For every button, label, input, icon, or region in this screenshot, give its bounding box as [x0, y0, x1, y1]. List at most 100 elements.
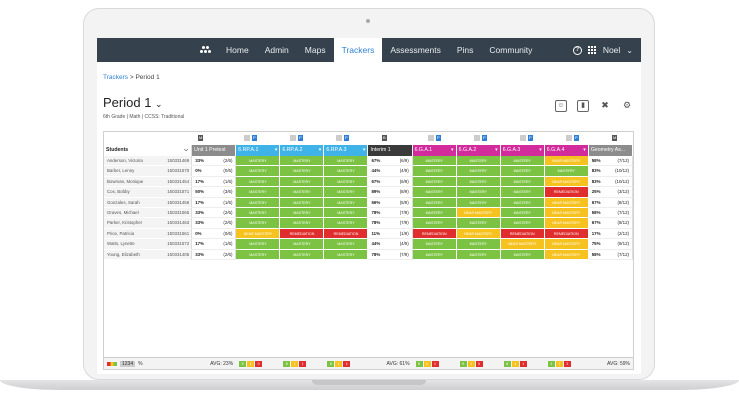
- score-cell[interactable]: 67% (6/9): [368, 176, 413, 188]
- standard-cell[interactable]: MASTERY: [456, 156, 501, 167]
- standard-cell[interactable]: MASTERY: [236, 176, 281, 188]
- score-cell[interactable]: 56% (5/9): [368, 197, 413, 208]
- column-menu-icon[interactable]: ▾: [583, 145, 586, 156]
- standard-cell[interactable]: MASTERY: [500, 218, 545, 229]
- standard-cell[interactable]: MASTERY: [236, 187, 281, 198]
- column-menu-icon[interactable]: ▾: [363, 145, 366, 156]
- score-cell[interactable]: 83% (10/12): [588, 176, 633, 188]
- score-cell[interactable]: 78% (7/9): [368, 218, 413, 229]
- score-cell[interactable]: 17% (2/12): [588, 228, 633, 240]
- tools-icon[interactable]: ✖: [599, 100, 611, 112]
- standard-cell[interactable]: MASTERY: [412, 239, 457, 250]
- standard-cell[interactable]: NEAR MASTERY: [544, 218, 589, 229]
- column-checkbox-icon[interactable]: [428, 135, 434, 141]
- column-header-8[interactable]: 6.G.A.4 ▾: [544, 145, 589, 156]
- standard-cell[interactable]: MASTERY: [500, 187, 545, 198]
- standard-cell[interactable]: MASTERY: [280, 187, 325, 198]
- standard-cell[interactable]: MASTERY: [236, 218, 281, 229]
- score-cell[interactable]: 44% (4/9): [368, 166, 413, 177]
- standard-cell[interactable]: MASTERY: [500, 207, 545, 219]
- column-menu-icon[interactable]: ▾: [495, 145, 498, 156]
- standard-cell[interactable]: MASTERY: [412, 187, 457, 198]
- user-name[interactable]: Noel: [603, 45, 620, 55]
- logo-icon[interactable]: [200, 45, 212, 55]
- standard-cell[interactable]: MASTERY: [280, 207, 325, 219]
- standard-cell[interactable]: NEAR MASTERY: [236, 228, 281, 240]
- standard-cell[interactable]: REMEDIATION: [544, 228, 589, 240]
- student-name-cell[interactable]: Cox, Bobby 150331571: [104, 187, 193, 198]
- standard-cell[interactable]: MASTERY: [236, 249, 281, 260]
- standard-cell[interactable]: MASTERY: [412, 176, 457, 188]
- column-checkbox-icon[interactable]: [566, 135, 572, 141]
- column-header-1[interactable]: 6.RP.A.1 ▾: [236, 145, 281, 156]
- score-cell[interactable]: 17% (1/6): [192, 239, 237, 250]
- column-header-9[interactable]: Geometry As...: [588, 145, 633, 156]
- nav-item-trackers[interactable]: Trackers: [333, 38, 383, 62]
- column-checkbox-icon[interactable]: [336, 135, 342, 141]
- score-cell[interactable]: 17% (1/6): [192, 197, 237, 208]
- score-cell[interactable]: 0% (0/6): [192, 228, 237, 240]
- score-cell[interactable]: 50% (3/6): [192, 187, 237, 198]
- standard-cell[interactable]: MASTERY: [500, 197, 545, 208]
- score-cell[interactable]: 83% (10/12): [588, 166, 633, 177]
- standard-cell[interactable]: NEAR MASTERY: [456, 207, 501, 219]
- standard-cell[interactable]: MASTERY: [500, 156, 545, 167]
- table-row[interactable]: Anderson, Victoria 150331469 33% (2/6) MASTE…: [104, 156, 633, 167]
- standard-cell[interactable]: MASTERY: [456, 249, 501, 260]
- column-header-6[interactable]: 6.G.A.2 ▾: [456, 145, 501, 156]
- score-cell[interactable]: 17% (1/6): [192, 176, 237, 188]
- students-header[interactable]: Students ⌵: [104, 145, 193, 156]
- standard-cell[interactable]: MASTERY: [324, 239, 369, 250]
- standard-cell[interactable]: NEAR MASTERY: [456, 228, 501, 240]
- table-row[interactable]: Parker, Kristopher 150331463 33% (2/6) MASTE…: [104, 218, 633, 229]
- standard-cell[interactable]: MASTERY: [456, 197, 501, 208]
- standard-cell[interactable]: MASTERY: [280, 176, 325, 188]
- standard-cell[interactable]: NEAR MASTERY: [500, 239, 545, 250]
- student-name-cell[interactable]: Parker, Kristopher 150331463: [104, 218, 193, 229]
- student-name-cell[interactable]: Price, Patricia 150331561: [104, 228, 193, 240]
- user-icon[interactable]: ☺: [555, 100, 567, 112]
- standard-cell[interactable]: MASTERY: [236, 207, 281, 219]
- standard-cell[interactable]: MASTERY: [236, 197, 281, 208]
- table-row[interactable]: Young, Elizabeth 150331405 33% (2/6) MASTERY…: [104, 249, 633, 260]
- standard-cell[interactable]: MASTERY: [500, 249, 545, 260]
- column-checkbox-icon[interactable]: [290, 135, 296, 141]
- student-name-cell[interactable]: Gonzales, Sarah 150331456: [104, 197, 193, 208]
- score-cell[interactable]: 89% (8/9): [368, 187, 413, 198]
- column-menu-icon[interactable]: ▾: [451, 145, 454, 156]
- standard-cell[interactable]: REMEDIATION: [412, 228, 457, 240]
- standard-cell[interactable]: MASTERY: [412, 249, 457, 260]
- table-row[interactable]: Gonzales, Sarah 150331456 17% (1/6) MASTERY M…: [104, 197, 633, 208]
- standard-cell[interactable]: MASTERY: [456, 187, 501, 198]
- score-cell[interactable]: 33% (2/6): [192, 207, 237, 219]
- student-name-cell[interactable]: Watts, Lynette 150331572: [104, 239, 193, 250]
- column-header-7[interactable]: 6.G.A.3 ▾: [500, 145, 545, 156]
- column-checkbox-icon[interactable]: [474, 135, 480, 141]
- standard-cell[interactable]: MASTERY: [412, 197, 457, 208]
- standard-cell[interactable]: MASTERY: [324, 166, 369, 177]
- standard-cell[interactable]: MASTERY: [236, 166, 281, 177]
- column-header-3[interactable]: 6.RP.A.3 ▾: [324, 145, 369, 156]
- score-cell[interactable]: 58% (7/12): [588, 156, 633, 167]
- score-cell[interactable]: 67% (8/12): [588, 218, 633, 229]
- standard-cell[interactable]: NEAR MASTERY: [544, 239, 589, 250]
- standard-cell[interactable]: NEAR MASTERY: [544, 197, 589, 208]
- table-row[interactable]: Watts, Lynette 150331572 17% (1/6) MASTERY MA…: [104, 239, 633, 250]
- standard-cell[interactable]: MASTERY: [456, 239, 501, 250]
- table-row[interactable]: Price, Patricia 150331561 0% (0/6) NEAR MAST…: [104, 228, 633, 240]
- page-title[interactable]: Period 1 ⌄: [103, 95, 163, 110]
- standard-cell[interactable]: MASTERY: [324, 156, 369, 167]
- standard-cell[interactable]: MASTERY: [236, 239, 281, 250]
- column-checkbox-icon[interactable]: [244, 135, 250, 141]
- score-cell[interactable]: 67% (6/9): [368, 156, 413, 167]
- standard-cell[interactable]: REMEDIATION: [324, 228, 369, 240]
- standard-cell[interactable]: MASTERY: [412, 166, 457, 177]
- standard-cell[interactable]: MASTERY: [456, 218, 501, 229]
- standard-cell[interactable]: MASTERY: [280, 218, 325, 229]
- column-menu-icon[interactable]: ▾: [319, 145, 322, 156]
- title-chevron-down-icon[interactable]: ⌄: [155, 99, 163, 109]
- panel-icon[interactable]: ▮: [577, 100, 589, 112]
- standard-cell[interactable]: MASTERY: [324, 249, 369, 260]
- score-cell[interactable]: 25% (3/12): [588, 187, 633, 198]
- score-cell[interactable]: 75% (9/12): [588, 239, 633, 250]
